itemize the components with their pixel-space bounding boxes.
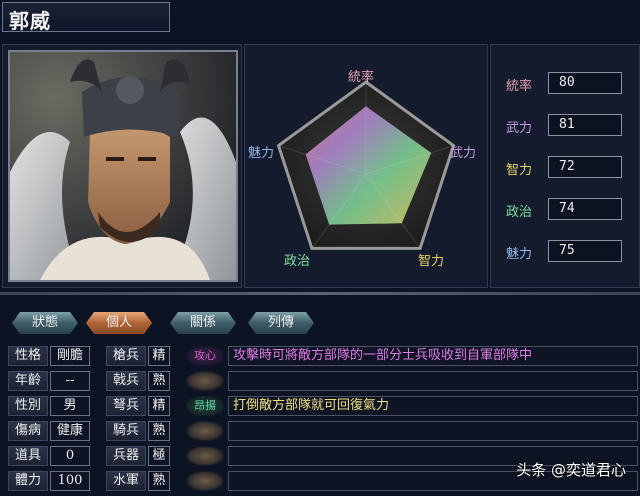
officer-name: 郭威 [9, 9, 51, 33]
stat-value: 80 [548, 72, 622, 94]
tab-status[interactable]: 狀態 [12, 312, 78, 334]
aptitude-value: 極 [148, 446, 170, 466]
personal-value: 男 [50, 396, 90, 416]
aptitude-label: 騎兵 [106, 421, 146, 441]
personal-label: 道具 [8, 446, 48, 466]
officer-portrait [8, 50, 238, 282]
skill-description [228, 371, 638, 391]
stat-row-leadership: 統率 80 [506, 72, 636, 94]
skill-tag-empty[interactable] [186, 371, 224, 391]
tab-personal[interactable]: 個人 [86, 312, 152, 334]
stat-value: 81 [548, 114, 622, 136]
stat-row-intelligence: 智力 72 [506, 156, 636, 178]
stat-value: 74 [548, 198, 622, 220]
skill-tag[interactable]: 昂揚 [186, 396, 224, 416]
stat-label: 統率 [506, 79, 533, 94]
aptitude-label: 槍兵 [106, 346, 146, 366]
personal-label: 年齡 [8, 371, 48, 391]
personal-value: 剛膽 [50, 346, 90, 366]
skill-tag-empty[interactable] [186, 471, 224, 491]
aptitude-value: 精 [148, 346, 170, 366]
personal-value: 0 [50, 446, 90, 466]
stat-label: 政治 [506, 205, 533, 220]
radar-label-charisma: 魅力 [248, 146, 275, 161]
aptitude-label: 弩兵 [106, 396, 146, 416]
personal-label: 性別 [8, 396, 48, 416]
radar-label-leadership: 統率 [348, 70, 375, 85]
stat-radar-chart: 統率 武力 智力 政治 魅力 [244, 48, 488, 284]
radar-label-politics: 政治 [284, 254, 311, 269]
personal-value: 100 [50, 471, 90, 491]
section-divider [0, 292, 640, 295]
skill-description: 攻擊時可將敵方部隊的一部分士兵吸收到自軍部隊中 [228, 346, 638, 366]
stat-label: 武力 [506, 121, 533, 136]
stat-row-war: 武力 81 [506, 114, 636, 136]
stat-row-charisma: 魅力 75 [506, 240, 636, 262]
stat-value: 72 [548, 156, 622, 178]
aptitude-value: 精 [148, 396, 170, 416]
personal-label: 性格 [8, 346, 48, 366]
personal-label: 體力 [8, 471, 48, 491]
tab-relations[interactable]: 關係 [170, 312, 236, 334]
radar-label-war: 武力 [450, 146, 477, 161]
skill-tag-empty[interactable] [186, 421, 224, 441]
skill-description [228, 421, 638, 441]
tab-biography[interactable]: 列傳 [248, 312, 314, 334]
stat-list: 統率 80 武力 81 智力 72 政治 74 魅力 75 [492, 48, 638, 284]
skill-description: 打倒敵方部隊就可回復氣力 [228, 396, 638, 416]
aptitude-label: 水軍 [106, 471, 146, 491]
personal-value: 健康 [50, 421, 90, 441]
skill-tag[interactable]: 攻心 [186, 346, 224, 366]
personal-value: -- [50, 371, 90, 391]
aptitude-label: 兵器 [106, 446, 146, 466]
stat-value: 75 [548, 240, 622, 262]
aptitude-label: 戟兵 [106, 371, 146, 391]
stat-row-politics: 政治 74 [506, 198, 636, 220]
radar-label-intelligence: 智力 [418, 254, 445, 269]
aptitude-value: 熟 [148, 371, 170, 391]
aptitude-value: 熟 [148, 471, 170, 491]
stat-label: 智力 [506, 163, 533, 178]
aptitude-value: 熟 [148, 421, 170, 441]
stat-label: 魅力 [506, 247, 533, 262]
skill-tag-empty[interactable] [186, 446, 224, 466]
officer-name-box: 郭威 [2, 2, 170, 33]
watermark: 头条 @奕道君心 [516, 461, 626, 479]
personal-label: 傷病 [8, 421, 48, 441]
